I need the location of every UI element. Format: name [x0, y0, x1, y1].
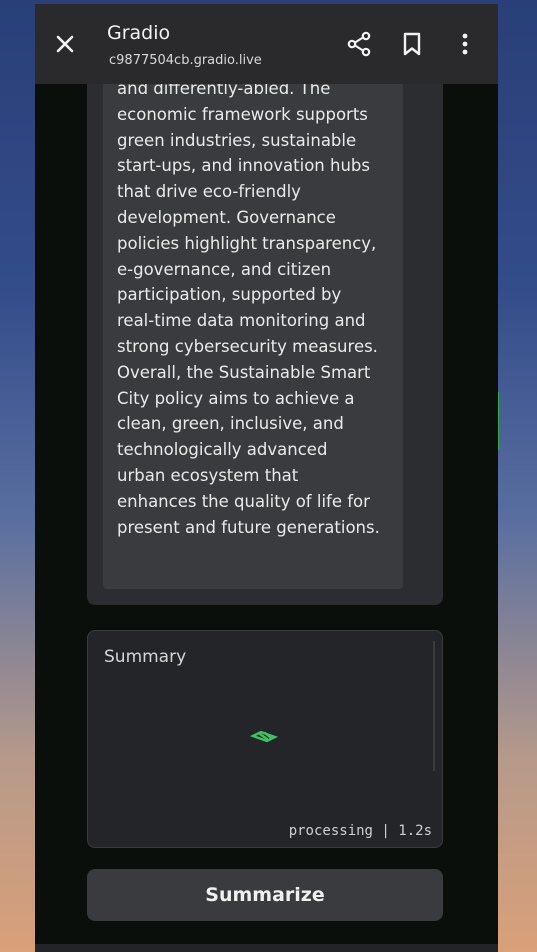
input-text-panel: and differently-abled. The economic fram… — [87, 74, 443, 605]
page-content: and differently-abled. The economic fram… — [35, 74, 498, 952]
input-textarea[interactable]: and differently-abled. The economic fram… — [103, 79, 403, 589]
browser-window: and differently-abled. The economic fram… — [35, 4, 498, 952]
browser-top-bar: Gradio c9877504cb.gradio.live — [35, 4, 498, 84]
loading-spinner-icon — [249, 730, 279, 743]
share-icon[interactable] — [345, 30, 373, 58]
page-url[interactable]: c9877504cb.gradio.live — [109, 53, 262, 68]
more-vertical-icon[interactable] — [453, 30, 477, 58]
summary-scrollbar — [433, 641, 435, 771]
summary-label: Summary — [104, 647, 187, 667]
processing-status: processing | 1.2s — [288, 823, 432, 839]
page-title: Gradio — [107, 22, 171, 44]
input-text: and differently-abled. The economic fram… — [117, 79, 380, 537]
close-icon[interactable] — [51, 30, 79, 58]
summary-output-panel: Summary processing | 1.2s — [87, 630, 443, 848]
summarize-button[interactable]: Summarize — [87, 869, 443, 921]
bottom-bar — [35, 944, 498, 952]
bookmark-icon[interactable] — [399, 30, 425, 58]
